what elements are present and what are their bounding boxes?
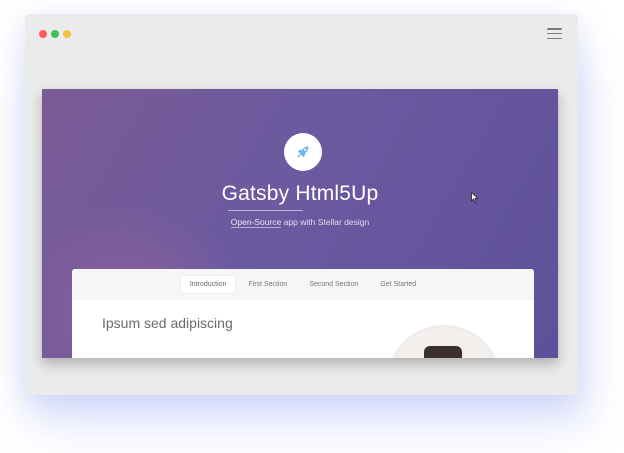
rocket-icon	[297, 146, 309, 158]
tab-introduction[interactable]: Introduction	[180, 276, 236, 293]
hamburger-menu-icon[interactable]	[547, 28, 562, 39]
window-controls	[39, 30, 71, 38]
menu-bar	[547, 32, 562, 35]
subtitle-text: app with Stellar design	[281, 217, 370, 227]
title-underline	[228, 210, 303, 211]
phone-image	[387, 325, 501, 358]
menu-bar	[547, 37, 562, 39]
hero-subtitle: Open-Source app with Stellar design	[42, 217, 558, 228]
open-source-link[interactable]: Open-Source	[230, 217, 282, 228]
maximize-dot[interactable]	[63, 30, 71, 38]
logo-badge	[284, 133, 322, 171]
screenshot-stage: Gatsby Html5Up Open-Source app with Stel…	[0, 0, 624, 453]
close-dot[interactable]	[39, 30, 47, 38]
tab-first-section[interactable]: First Section	[239, 276, 296, 293]
content-card: Introduction First Section Second Sectio…	[72, 269, 534, 358]
tab-get-started[interactable]: Get Started	[371, 276, 425, 293]
tab-second-section[interactable]: Second Section	[300, 276, 367, 293]
hero-title: Gatsby Html5Up	[221, 182, 379, 205]
page-viewport: Gatsby Html5Up Open-Source app with Stel…	[42, 89, 558, 358]
minimize-dot[interactable]	[51, 30, 59, 38]
browser-window: Gatsby Html5Up Open-Source app with Stel…	[25, 14, 578, 395]
mouse-cursor-icon	[471, 192, 479, 203]
section-heading: Ipsum sed adipiscing	[102, 315, 233, 331]
section-nav: Introduction First Section Second Sectio…	[72, 269, 534, 300]
menu-bar	[547, 28, 562, 30]
